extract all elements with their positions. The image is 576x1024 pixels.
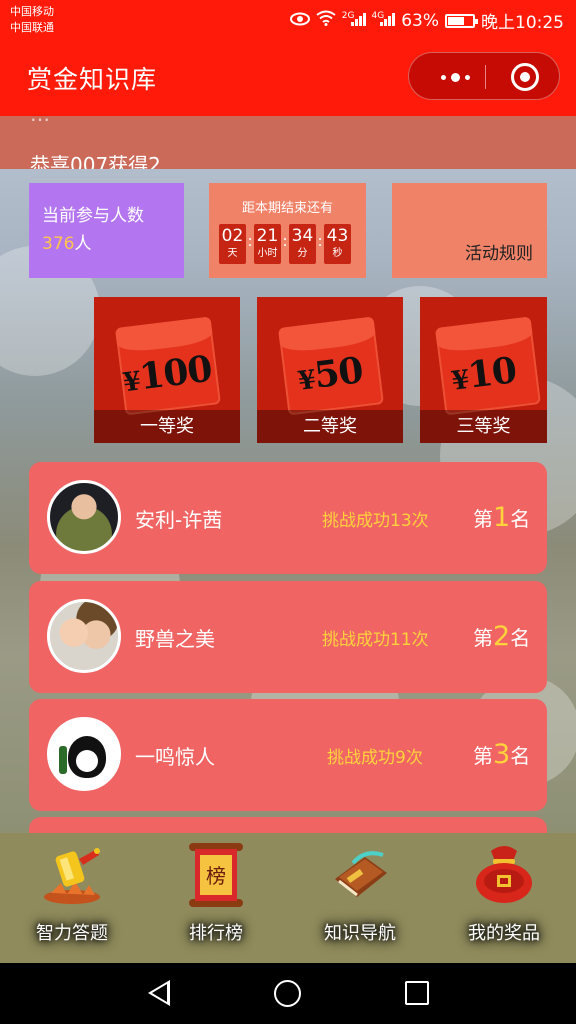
carrier-1: 中国移动 — [10, 5, 54, 18]
countdown-separator: : — [282, 232, 288, 250]
battery-icon — [445, 13, 478, 28]
prize-second[interactable]: ¥50 二等奖 — [257, 297, 403, 443]
book-icon — [325, 839, 395, 909]
clock: 晚上10:25 — [481, 13, 564, 33]
countdown-separator: : — [317, 232, 323, 250]
scroll-icon: 榜 — [181, 839, 251, 909]
battery-percent: 63% — [401, 10, 439, 31]
rank-position: 第3名 — [473, 739, 531, 770]
avatar — [47, 480, 121, 554]
prize-third[interactable]: ¥10 三等奖 — [420, 297, 547, 443]
capsule-divider — [485, 65, 486, 89]
page-title: 赏金知识库 — [27, 65, 158, 94]
challenge-count: 挑战成功13次 — [322, 511, 429, 531]
countdown-minutes: 34 分 — [289, 224, 316, 264]
rank-position: 第2名 — [473, 621, 531, 652]
back-icon[interactable] — [148, 980, 170, 1006]
tab-ranking-label: 排行榜 — [189, 923, 243, 944]
countdown-timer: 02 天 : 21 小时 : 34 分 : 43 秒 — [219, 224, 351, 264]
activity-rules-button[interactable]: 活动规则 — [392, 183, 547, 278]
notice-scrolling-text: … — [30, 116, 50, 126]
countdown-hours: 21 小时 — [254, 224, 281, 264]
prize-label: 一等奖 — [94, 410, 240, 443]
countdown-separator: : — [247, 232, 253, 250]
tab-knowledge-nav[interactable]: 知识导航 — [288, 833, 432, 963]
countdown-box: 距本期结束还有 02 天 : 21 小时 : 34 分 : 43 秒 — [209, 183, 366, 278]
wifi-icon — [316, 10, 336, 31]
lucky-bag-icon — [469, 839, 539, 909]
winner-notice-marquee: … 恭喜007获得2 — [0, 116, 576, 169]
more-icon[interactable] — [431, 53, 479, 101]
system-nav-bar — [0, 963, 576, 1024]
user-name: 一鸣惊人 — [135, 745, 215, 769]
prize-label: 三等奖 — [420, 410, 547, 443]
tab-knowledge-nav-label: 知识导航 — [324, 923, 396, 944]
svg-text:榜: 榜 — [206, 864, 226, 888]
signal-icon-2: 4G — [372, 11, 396, 31]
countdown-label: 距本期结束还有 — [241, 201, 333, 216]
main-content[interactable]: … 恭喜007获得2 当前参与人数 376人 距本期结束还有 02天 : 21小… — [0, 116, 576, 833]
tab-quiz-label: 智力答题 — [36, 923, 108, 944]
rank-position: 第1名 — [473, 502, 531, 533]
status-indicators: 2G 4G 63% 晚上10:25 — [289, 8, 564, 33]
notice-text: 恭喜007获得2 — [30, 153, 161, 169]
ranking-item[interactable] — [29, 817, 547, 833]
avatar — [47, 717, 121, 791]
tab-ranking[interactable]: 榜 排行榜 — [144, 833, 288, 963]
carrier-info: 中国移动 中国联通 — [10, 4, 54, 36]
prize-first[interactable]: ¥100 一等奖 — [94, 297, 240, 443]
nav-bar: 赏金知识库 — [0, 40, 576, 116]
prize-label: 二等奖 — [257, 410, 403, 443]
challenge-count: 挑战成功11次 — [322, 630, 429, 650]
ranking-item[interactable]: 安利-许茜 挑战成功13次 第1名 — [29, 462, 547, 574]
avatar — [47, 599, 121, 673]
countdown-days: 02 天 — [219, 224, 246, 264]
user-name: 安利-许茜 — [135, 508, 223, 532]
trophy-icon — [37, 839, 107, 909]
signal-icon-1: 2G — [342, 11, 366, 31]
carrier-2: 中国联通 — [10, 21, 54, 34]
home-icon[interactable] — [274, 980, 301, 1007]
tab-bar: 智力答题 榜 排行榜 知识导航 我的奖品 — [0, 833, 576, 963]
challenge-count: 挑战成功9次 — [327, 748, 423, 768]
ranking-item[interactable]: 一鸣惊人 挑战成功9次 第3名 — [29, 699, 547, 811]
countdown-seconds: 43 秒 — [324, 224, 351, 264]
eye-icon — [289, 11, 310, 31]
ranking-item[interactable]: 野兽之美 挑战成功11次 第2名 — [29, 581, 547, 693]
status-bar: 中国移动 中国联通 2G 4G 63% 晚上10:25 — [0, 0, 576, 40]
close-miniprogram-icon[interactable] — [511, 63, 539, 91]
tab-my-prizes[interactable]: 我的奖品 — [432, 833, 576, 963]
tab-quiz[interactable]: 智力答题 — [0, 833, 144, 963]
participants-box: 当前参与人数 376人 — [29, 183, 184, 278]
recent-apps-icon[interactable] — [405, 981, 429, 1005]
tab-my-prizes-label: 我的奖品 — [468, 923, 540, 944]
miniprogram-capsule — [408, 52, 560, 100]
user-name: 野兽之美 — [135, 627, 215, 651]
participants-count: 376人 — [42, 234, 92, 254]
participants-label: 当前参与人数 — [42, 206, 144, 226]
activity-rules-label: 活动规则 — [465, 244, 533, 264]
